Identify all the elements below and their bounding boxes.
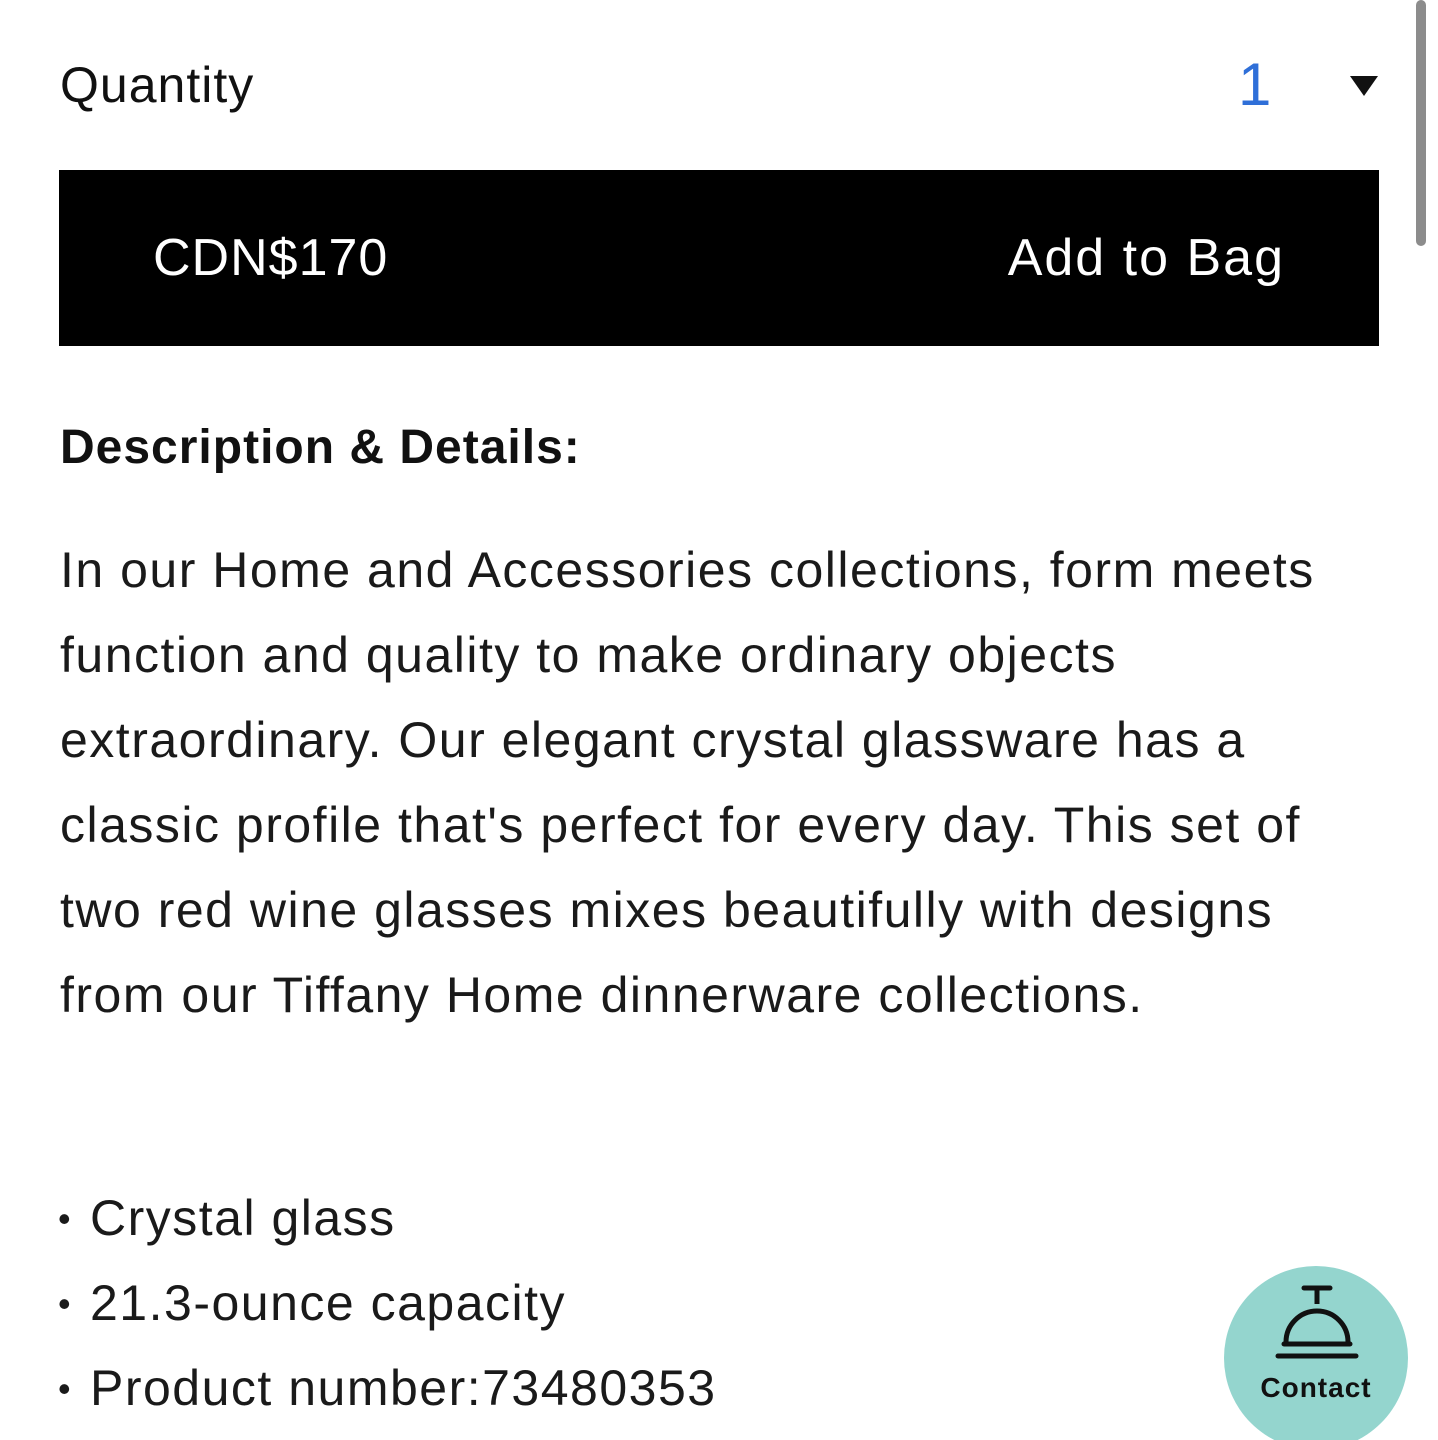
add-to-bag-button[interactable]: CDN$170 Add to Bag — [59, 170, 1379, 346]
details-list: • Crystal glass • 21.3-ounce capacity • … — [58, 1176, 717, 1431]
bullet-icon: • — [58, 1368, 73, 1409]
add-to-bag-label: Add to Bag — [1007, 229, 1285, 287]
details-item-text: Crystal glass — [90, 1190, 396, 1246]
bullet-icon: • — [58, 1283, 73, 1324]
concierge-bell-icon — [1275, 1285, 1359, 1359]
details-item: • Product number:73480353 — [58, 1346, 717, 1431]
quantity-label: Quantity — [60, 57, 255, 113]
quantity-select[interactable]: 1 — [1220, 48, 1380, 124]
description-body: In our Home and Accessories collections,… — [60, 542, 1315, 1023]
product-detail-page: Quantity 1 CDN$170 Add to Bag Descriptio… — [0, 0, 1438, 1440]
caret-down-icon — [1350, 76, 1378, 96]
details-item-text: Product number:73480353 — [90, 1360, 717, 1416]
scrollbar[interactable] — [1416, 0, 1426, 246]
quantity-value: 1 — [1238, 51, 1272, 118]
contact-label: Contact — [1260, 1372, 1372, 1403]
description-heading: Description & Details: — [60, 421, 581, 474]
contact-button[interactable]: Contact — [1224, 1266, 1408, 1440]
quantity-row: Quantity 1 — [60, 48, 1380, 124]
details-item-text: 21.3-ounce capacity — [90, 1275, 567, 1331]
bullet-icon: • — [58, 1198, 73, 1239]
details-item: • 21.3-ounce capacity — [58, 1261, 717, 1346]
details-item: • Crystal glass — [58, 1176, 717, 1261]
price-label: CDN$170 — [153, 229, 389, 287]
